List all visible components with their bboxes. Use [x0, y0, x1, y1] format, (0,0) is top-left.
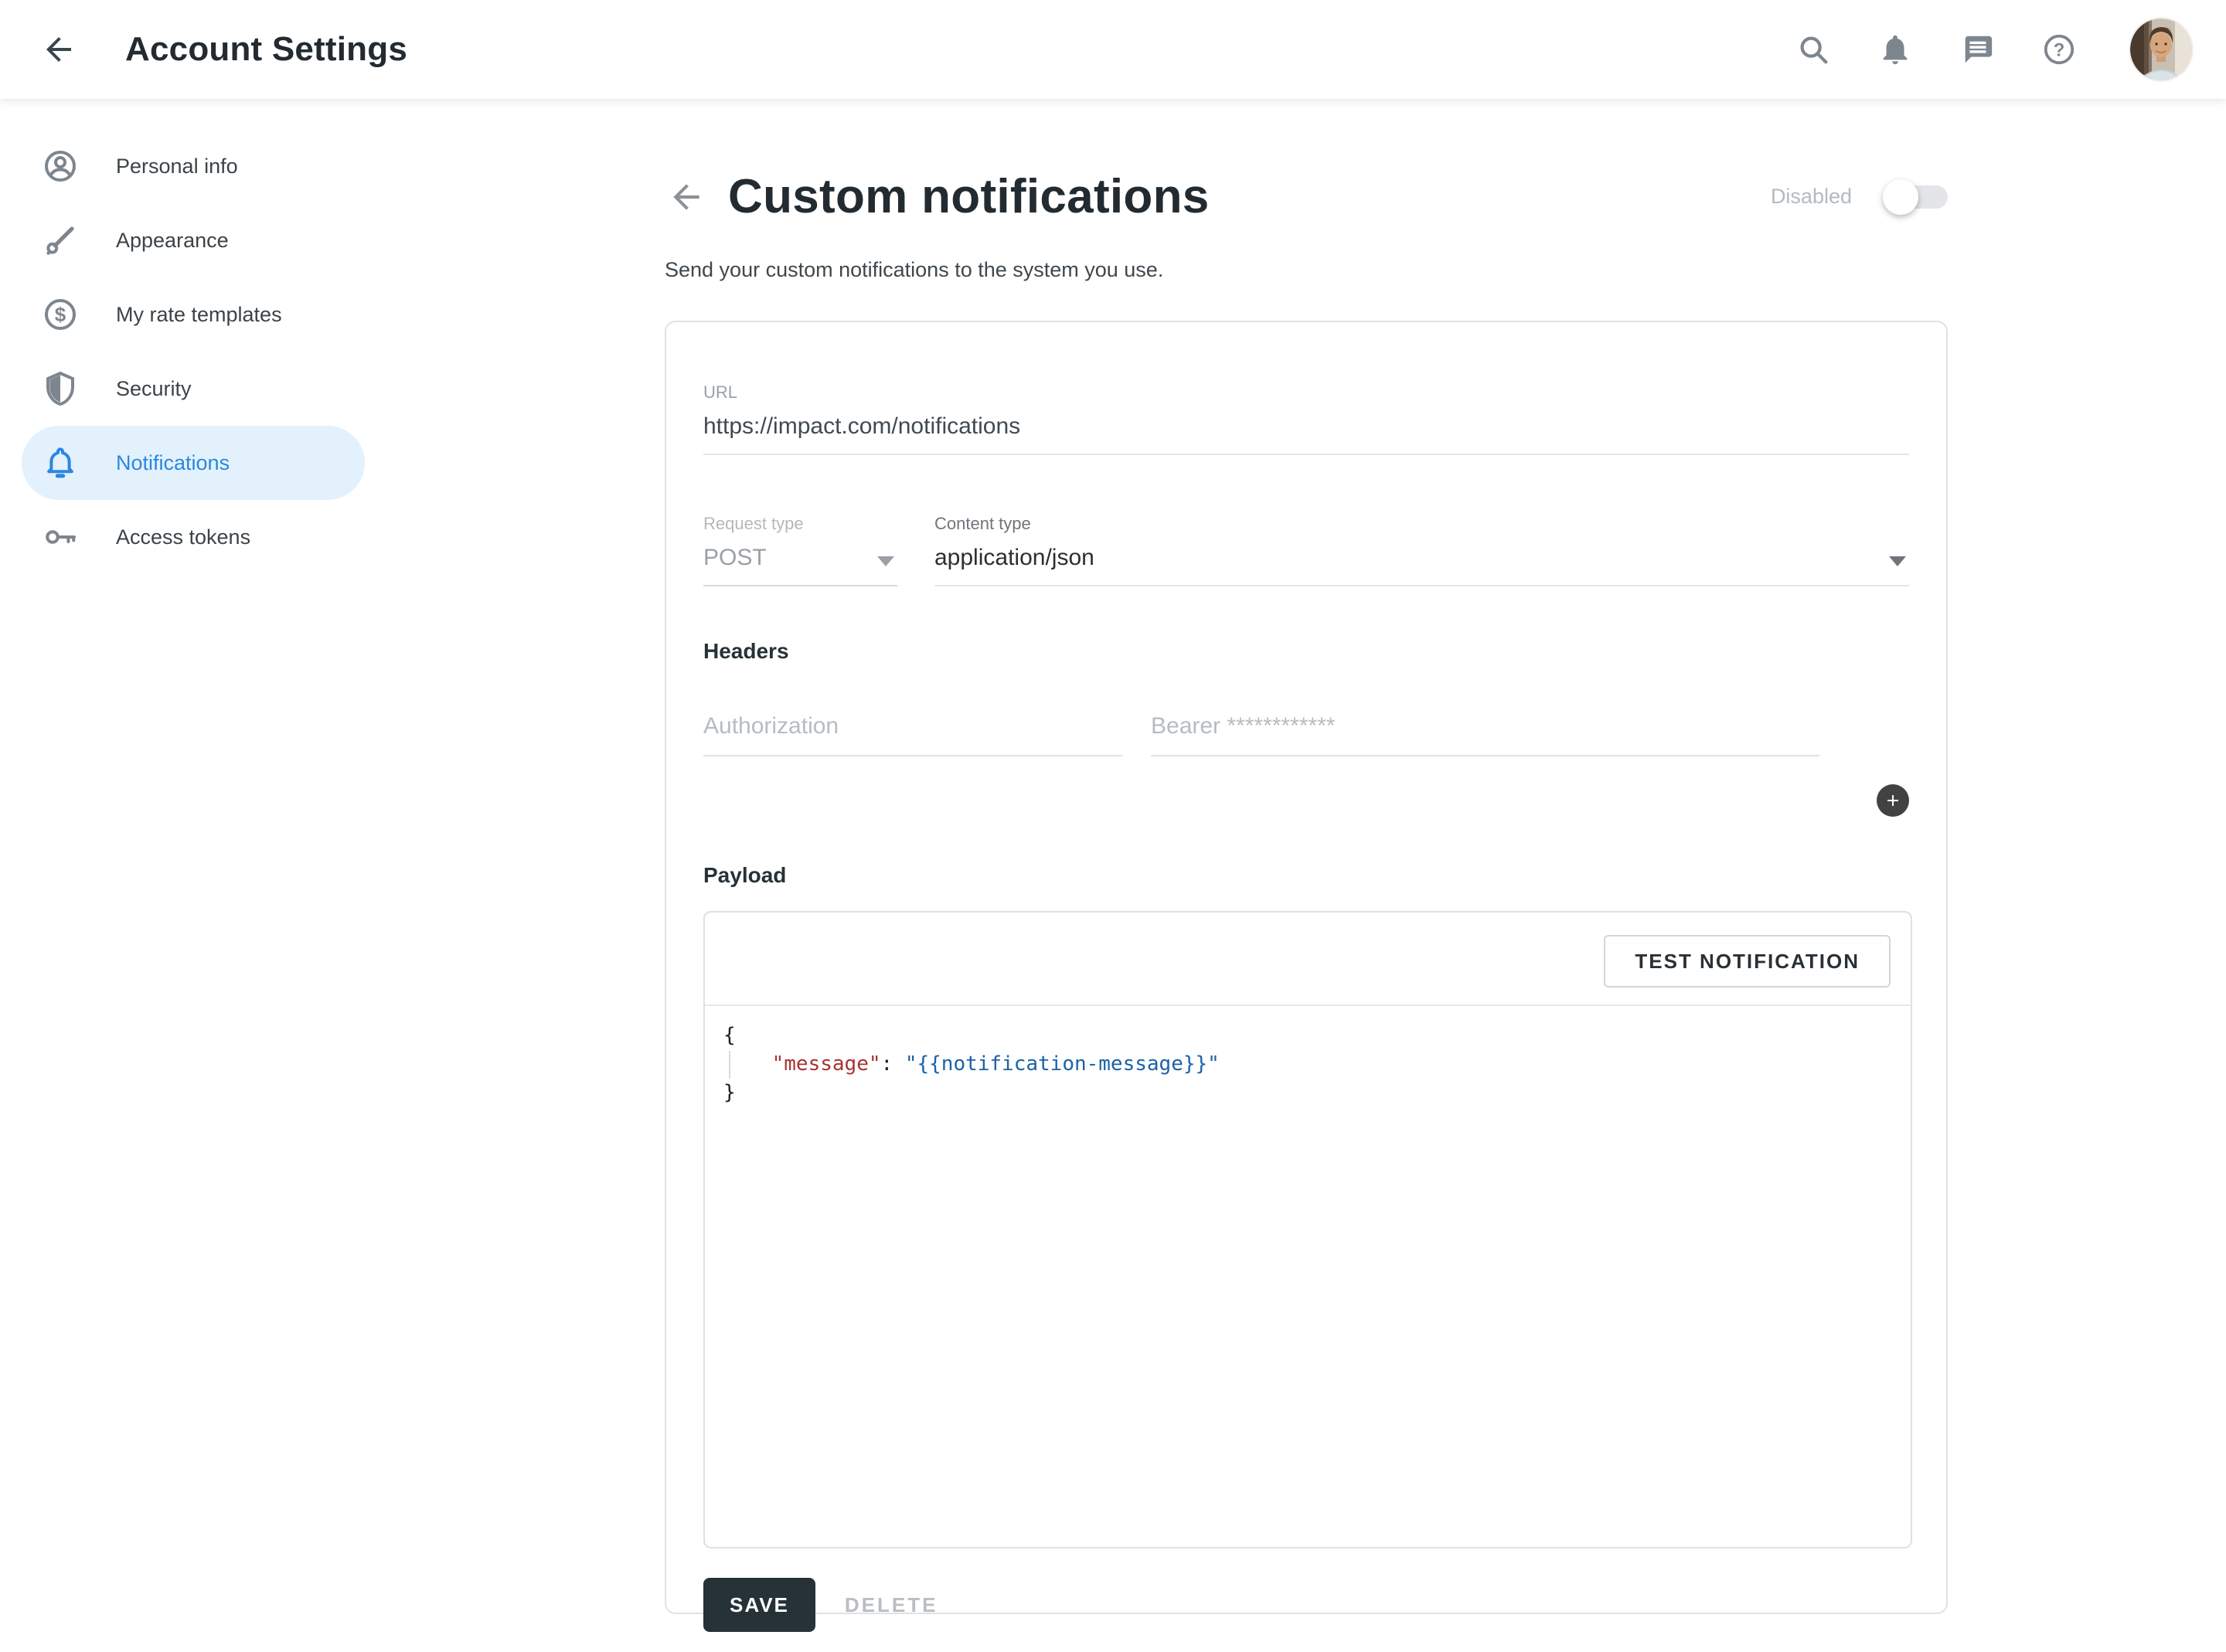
toggle-state-label: Disabled	[1771, 185, 1852, 209]
url-input[interactable]	[703, 413, 1909, 455]
key-icon	[42, 518, 79, 556]
dollar-circle-icon: $	[42, 296, 79, 333]
code-line: "message": "{{notification-message}}"	[723, 1050, 1911, 1079]
indent-guide	[729, 1051, 730, 1079]
save-button[interactable]: SAVE	[703, 1578, 815, 1632]
notification-settings-card: URL Request type POST Content type appli…	[665, 321, 1948, 1614]
sidebar-item-my-rate-templates[interactable]: $ My rate templates	[22, 277, 365, 352]
request-type-label: Request type	[703, 514, 897, 534]
payload-code-area[interactable]: { "message": "{{notification-message}}" …	[705, 1006, 1911, 1547]
headers-section-title: Headers	[703, 639, 1909, 664]
notifications-bell-icon[interactable]	[1874, 28, 1917, 71]
toggle-knob	[1883, 179, 1918, 215]
request-type-value: POST	[703, 545, 897, 571]
search-icon[interactable]	[1792, 28, 1835, 71]
page-subtitle: Send your custom notifications to the sy…	[665, 258, 1948, 282]
headers-row	[703, 685, 1909, 832]
sidebar-item-label: Personal info	[116, 155, 238, 178]
page-title: Custom notifications	[728, 169, 1210, 224]
sidebar-item-label: Notifications	[116, 451, 230, 475]
sidebar-item-label: My rate templates	[116, 303, 282, 327]
sidebar-item-personal-info[interactable]: Personal info	[22, 129, 365, 203]
content-type-select[interactable]: Content type application/json	[934, 514, 1909, 586]
page-back-arrow-icon[interactable]	[665, 175, 708, 219]
shield-icon	[42, 370, 79, 407]
sidebar-item-security[interactable]: Security	[22, 352, 365, 426]
code-line: }	[723, 1079, 1911, 1107]
bell-icon	[42, 444, 79, 481]
user-avatar[interactable]	[2130, 19, 2192, 80]
chat-icon[interactable]	[1955, 28, 1999, 71]
app-title: Account Settings	[125, 30, 407, 69]
payload-section-title: Payload	[703, 863, 1909, 888]
sidebar-item-appearance[interactable]: Appearance	[22, 203, 365, 277]
person-circle-icon	[42, 148, 79, 185]
chevron-down-icon	[1889, 556, 1906, 566]
code-line: {	[723, 1021, 1911, 1050]
header-key-input[interactable]	[703, 713, 1122, 756]
delete-button[interactable]: DELETE	[845, 1593, 938, 1617]
payload-toolbar: TEST NOTIFICATION	[705, 913, 1911, 1006]
request-type-select[interactable]: Request type POST	[703, 514, 897, 586]
chevron-down-icon	[877, 556, 894, 566]
plus-icon	[1884, 791, 1902, 810]
help-icon[interactable]: ?	[2037, 28, 2081, 71]
sidebar-item-label: Appearance	[116, 229, 229, 253]
main-content: Custom notifications Disabled Send your …	[386, 99, 2226, 1652]
code-value: "{{notification-message}}"	[905, 1052, 1220, 1076]
svg-text:?: ?	[2054, 39, 2065, 60]
url-label: URL	[703, 382, 1909, 403]
payload-editor: TEST NOTIFICATION { "message": "{{notifi…	[703, 911, 1912, 1548]
add-header-button[interactable]	[1877, 784, 1909, 817]
enable-toggle[interactable]	[1886, 185, 1948, 209]
content-type-label: Content type	[934, 514, 1909, 534]
code-key: "message"	[772, 1052, 881, 1076]
brush-icon	[42, 222, 79, 259]
header-value-input[interactable]	[1151, 713, 1819, 756]
svg-text:$: $	[55, 303, 66, 326]
back-arrow-icon[interactable]	[34, 25, 83, 74]
content-type-value: application/json	[934, 545, 1909, 571]
sidebar-item-label: Access tokens	[116, 525, 250, 549]
app-bar: Account Settings ?	[0, 0, 2226, 99]
test-notification-button[interactable]: TEST NOTIFICATION	[1604, 935, 1891, 987]
sidebar-item-access-tokens[interactable]: Access tokens	[22, 500, 365, 574]
url-field-group: URL	[703, 382, 1909, 455]
sidebar-item-label: Security	[116, 377, 192, 401]
sidebar-item-notifications[interactable]: Notifications	[22, 426, 365, 500]
settings-sidebar: Personal info Appearance $ My rate templ…	[0, 99, 386, 1652]
